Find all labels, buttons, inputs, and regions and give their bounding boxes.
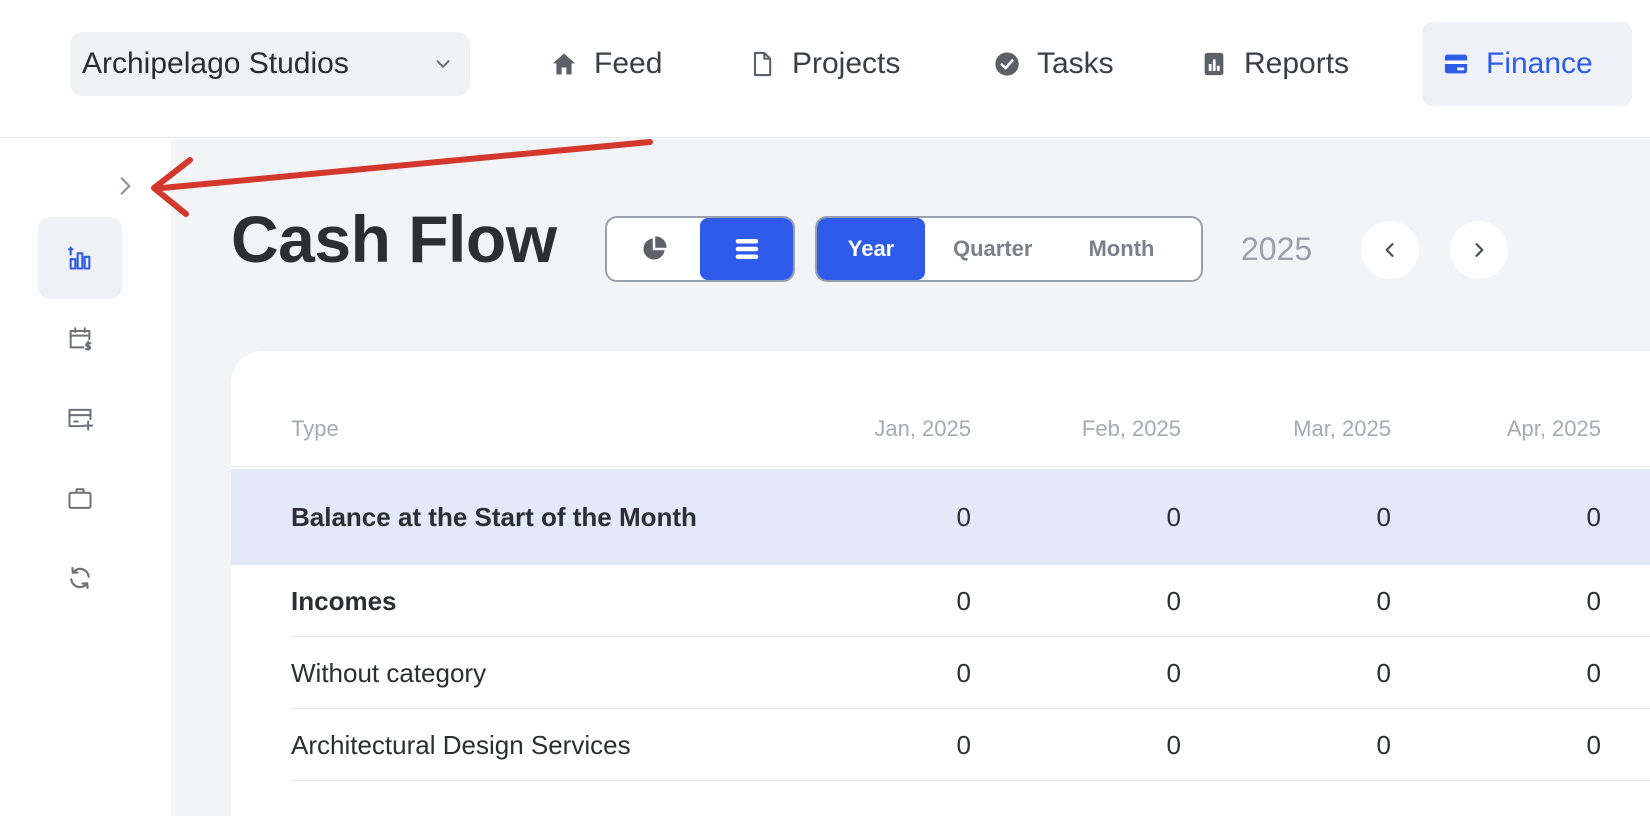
workspace-name: Archipelago Studios	[82, 47, 349, 80]
card-add-icon	[68, 408, 94, 431]
sidebar-item-recurring[interactable]	[38, 537, 122, 619]
table-row-architectural-design[interactable]: Architectural Design Services 0 0 0 0	[231, 709, 1650, 781]
document-icon	[753, 51, 772, 77]
nav-reports[interactable]: Reports	[1200, 22, 1349, 106]
cell-value: 0	[1586, 501, 1601, 532]
period-quarter-button[interactable]: Quarter	[925, 218, 1060, 280]
view-mode-toggle	[605, 216, 795, 282]
column-header-mar: Mar, 2025	[1293, 415, 1391, 441]
row-label: Incomes	[291, 585, 397, 616]
table-view-button[interactable]	[700, 218, 793, 280]
row-divider	[291, 780, 1650, 781]
period-selector: Year Quarter Month	[815, 216, 1203, 282]
list-icon	[735, 239, 758, 259]
refresh-icon	[70, 567, 90, 589]
sidebar-item-add-card[interactable]	[38, 377, 122, 459]
chevron-down-icon	[436, 60, 450, 68]
nav-tasks-label: Tasks	[1037, 47, 1114, 80]
home-icon	[552, 53, 576, 75]
cell-value: 0	[1376, 585, 1391, 616]
sidebar-item-calendar-payments[interactable]	[38, 297, 122, 379]
sidebar-item-projects-budget[interactable]	[38, 457, 122, 539]
cell-value: 0	[1166, 729, 1181, 760]
nav-finance[interactable]: Finance	[1422, 22, 1632, 106]
column-header-jan: Jan, 2025	[874, 415, 971, 441]
cell-value: 0	[1166, 657, 1181, 688]
nav-feed-label: Feed	[594, 47, 663, 80]
cell-value: 0	[1376, 657, 1391, 688]
chart-view-button[interactable]	[607, 218, 700, 280]
table-row-balance[interactable]: Balance at the Start of the Month 0 0 0 …	[231, 469, 1650, 565]
nav-finance-label: Finance	[1486, 47, 1593, 80]
cell-value: 0	[956, 585, 971, 616]
check-circle-icon	[995, 52, 1019, 76]
cash-flow-table: Type Jan, 2025 Feb, 2025 Mar, 2025 Apr, …	[231, 351, 1650, 816]
page-title: Cash Flow	[231, 202, 557, 276]
period-month-button[interactable]: Month	[1060, 218, 1182, 280]
chevron-left-icon	[1385, 243, 1394, 257]
table-row-incomes[interactable]: Incomes 0 0 0 0	[231, 565, 1650, 637]
cell-value: 0	[1376, 729, 1391, 760]
nav-projects[interactable]: Projects	[748, 22, 900, 106]
nav-feed[interactable]: Feed	[550, 22, 662, 106]
table-row-without-category[interactable]: Without category 0 0 0 0	[231, 637, 1650, 709]
cell-value: 0	[1166, 501, 1181, 532]
period-year-button[interactable]: Year	[817, 218, 925, 280]
cell-value: 0	[1376, 501, 1391, 532]
cell-value: 0	[1166, 585, 1181, 616]
previous-year-button[interactable]	[1361, 221, 1419, 279]
wallet-card-icon	[1444, 54, 1468, 74]
column-header-feb: Feb, 2025	[1081, 415, 1181, 441]
pie-chart-icon	[642, 236, 667, 260]
cell-value: 0	[956, 501, 971, 532]
chevron-right-icon	[1475, 243, 1484, 257]
top-navigation-bar: Archipelago Studios Feed Projects Tasks …	[0, 0, 1650, 138]
row-label: Without category	[291, 657, 487, 688]
expand-sidebar-chevron-icon[interactable]	[112, 173, 138, 199]
calendar-dollar-icon	[69, 327, 92, 351]
table-header: Type Jan, 2025 Feb, 2025 Mar, 2025 Apr, …	[231, 391, 1650, 467]
nav-projects-label: Projects	[792, 47, 901, 80]
report-icon	[1204, 52, 1224, 76]
cell-value: 0	[956, 657, 971, 688]
cell-value: 0	[1586, 585, 1601, 616]
column-header-apr: Apr, 2025	[1506, 415, 1601, 441]
next-year-button[interactable]	[1450, 221, 1508, 279]
cell-value: 0	[956, 729, 971, 760]
row-label: Architectural Design Services	[291, 729, 631, 760]
workspace-selector[interactable]: Archipelago Studios	[70, 32, 470, 96]
main-content: Cash Flow Year Quarter Month 2025 Type J…	[171, 139, 1650, 816]
row-label: Balance at the Start of the Month	[291, 501, 697, 532]
sidebar-item-cash-flow[interactable]	[38, 217, 122, 299]
finance-sidebar	[0, 139, 171, 816]
cash-flow-chart-icon	[67, 246, 91, 270]
nav-reports-label: Reports	[1244, 47, 1350, 80]
column-header-type: Type	[291, 415, 339, 441]
briefcase-icon	[68, 488, 92, 509]
cell-value: 0	[1586, 729, 1601, 760]
selected-year: 2025	[1241, 231, 1313, 267]
nav-tasks[interactable]: Tasks	[993, 22, 1114, 106]
cell-value: 0	[1586, 657, 1601, 688]
